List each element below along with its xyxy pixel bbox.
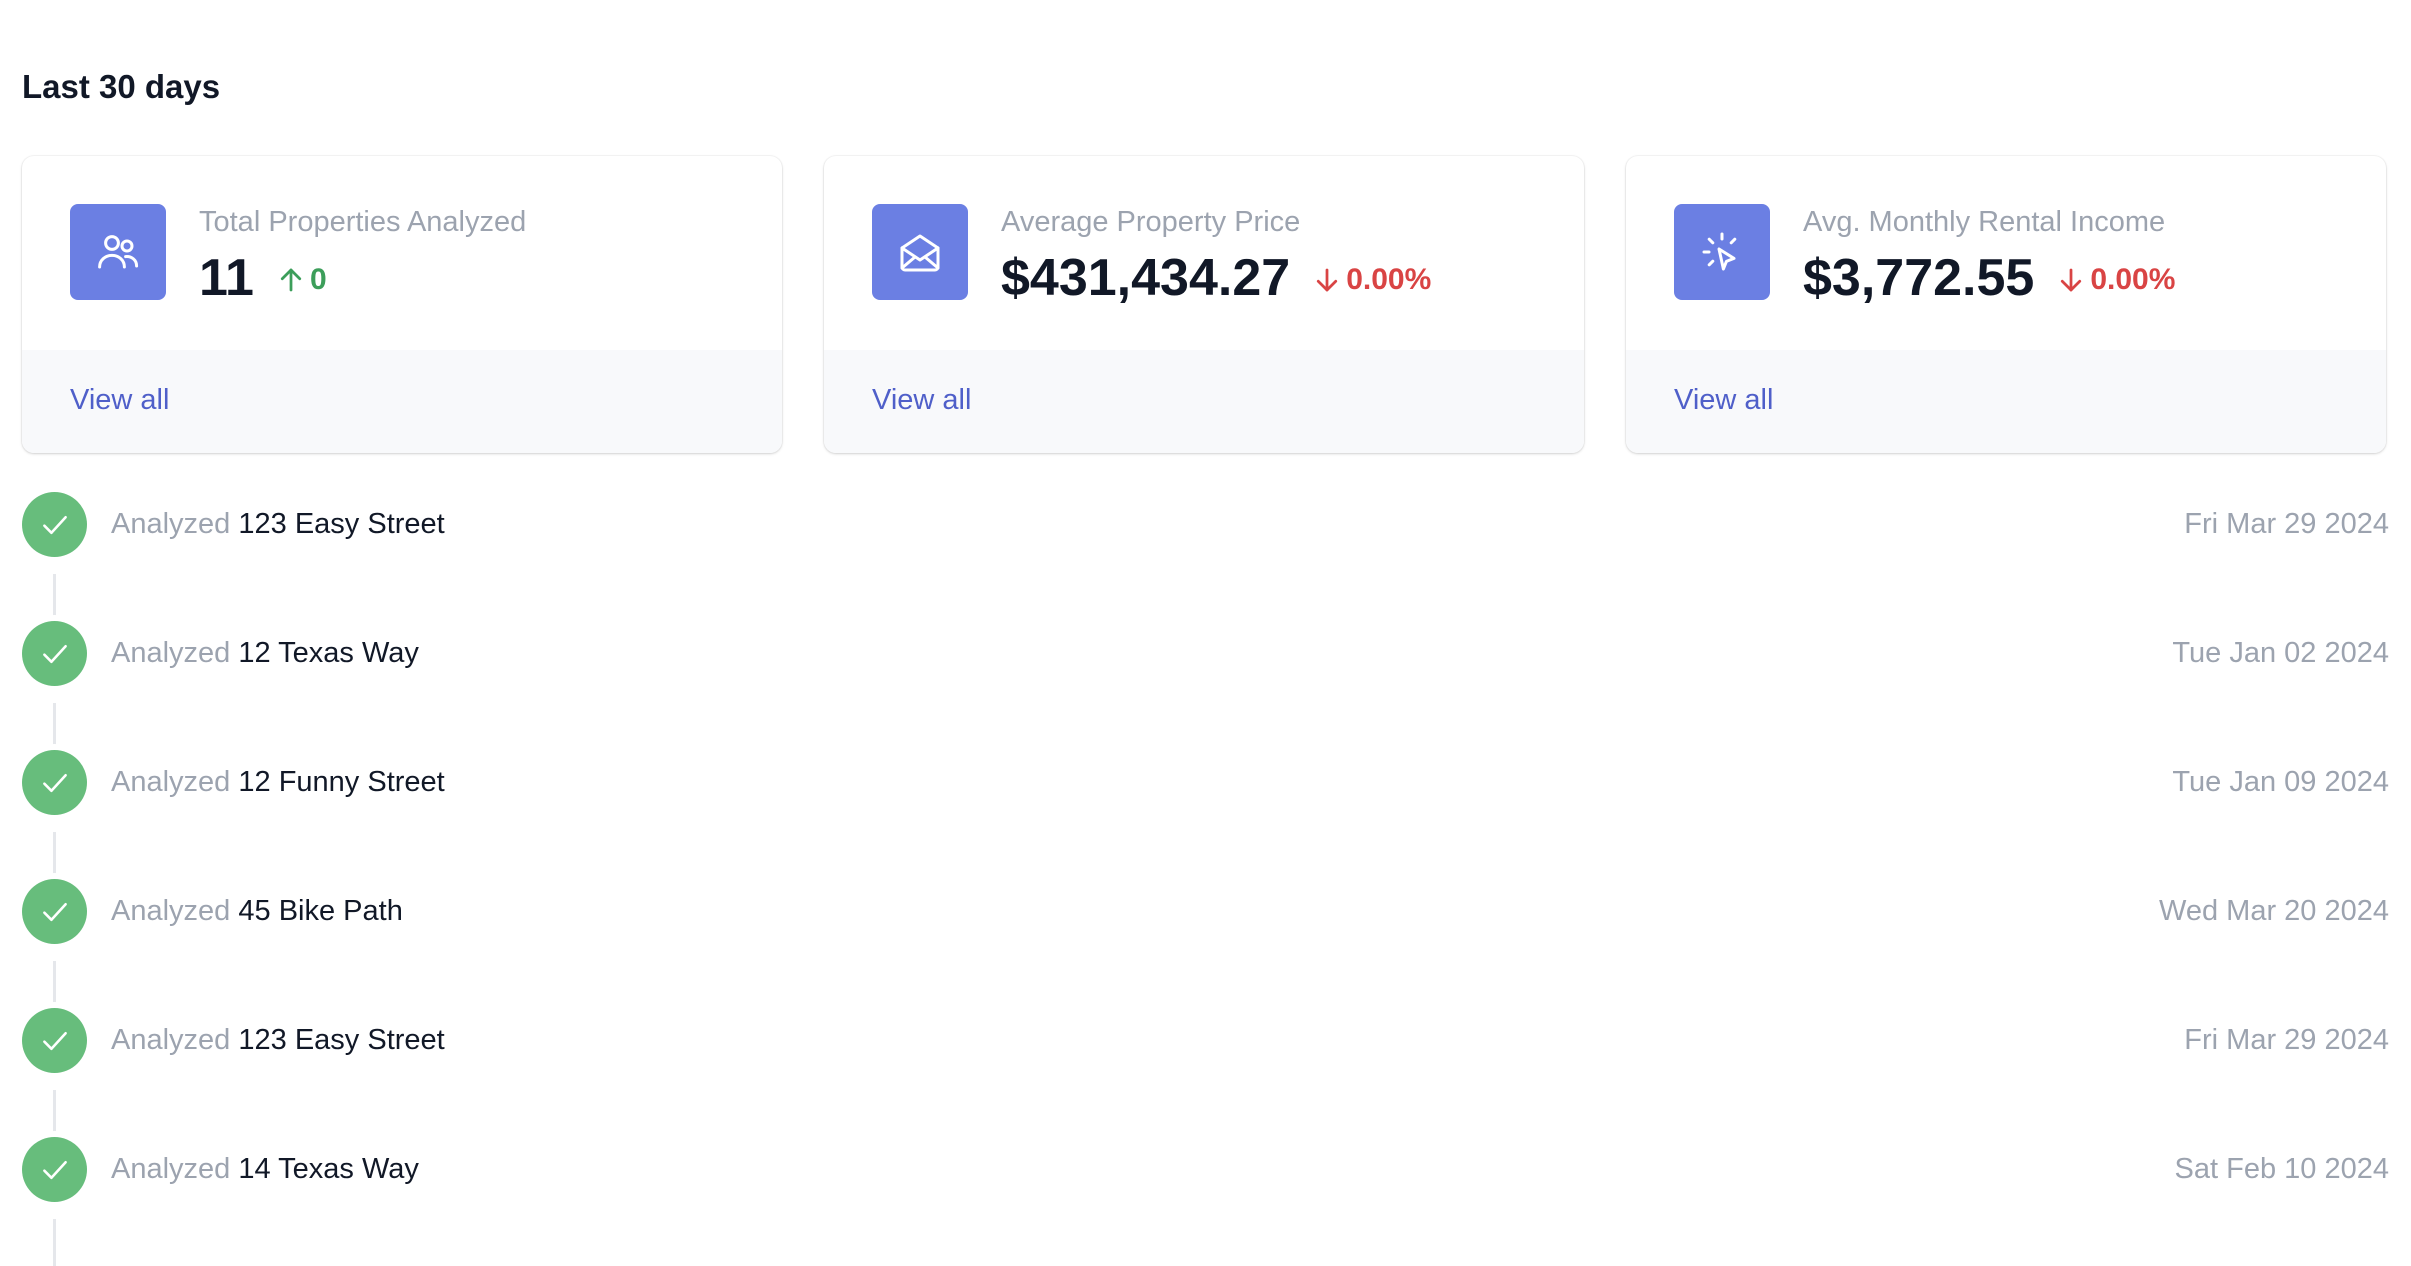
feed-address: 12 Texas Way (238, 637, 419, 669)
feed-address: 45 Bike Path (238, 895, 403, 927)
check-icon (22, 750, 87, 815)
arrow-down-icon (1317, 268, 1338, 292)
stat-change-value: 0.00% (1346, 263, 1432, 296)
view-all-link[interactable]: View all (70, 384, 169, 417)
feed-address: 123 Easy Street (238, 508, 445, 540)
feed-verb: Analyzed (111, 637, 231, 669)
check-icon (22, 621, 87, 686)
feed-date: Fri Mar 29 2024 (2184, 1024, 2389, 1056)
feed-date: Tue Jan 09 2024 (2172, 766, 2389, 798)
list-item: Analyzed 123 Easy Street Fri Mar 29 2024 (22, 1008, 2389, 1137)
cursor-click-icon (1674, 204, 1770, 300)
timeline-connector (53, 832, 56, 879)
section-title: Last 30 days (22, 68, 221, 105)
feed-verb: Analyzed (111, 895, 231, 927)
timeline-connector (53, 574, 56, 621)
view-all-link[interactable]: View all (1674, 384, 1773, 417)
feed-verb: Analyzed (111, 1024, 231, 1056)
stat-card-rental-income: Avg. Monthly Rental Income $3,772.55 0.0… (1626, 156, 2386, 453)
timeline-connector (53, 961, 56, 1008)
feed-text: Analyzed 14 Texas Way (111, 1153, 419, 1186)
feed-address: 12 Funny Street (238, 766, 445, 798)
stat-value: $3,772.55 (1803, 249, 2035, 307)
feed-text: Analyzed 123 Easy Street (111, 508, 445, 541)
feed-date: Sat Feb 10 2024 (2174, 1153, 2389, 1185)
feed-date: Tue Jan 02 2024 (2172, 637, 2389, 669)
check-icon (22, 1137, 87, 1202)
feed-address: 123 Easy Street (238, 1024, 445, 1056)
list-item: Analyzed 12 Funny Street Tue Jan 09 2024 (22, 750, 2389, 879)
check-icon (22, 492, 87, 557)
timeline-connector (53, 1219, 56, 1266)
card-footer: View all (22, 350, 782, 453)
timeline-connector (53, 1090, 56, 1137)
feed-text: Analyzed 123 Easy Street (111, 1024, 445, 1057)
feed-date: Fri Mar 29 2024 (2184, 508, 2389, 540)
feed-verb: Analyzed (111, 508, 231, 540)
feed-date: Wed Mar 20 2024 (2159, 895, 2389, 927)
stat-change-value: 0.00% (2090, 263, 2176, 296)
stat-card-total-properties: Total Properties Analyzed 11 0 View all (22, 156, 782, 453)
list-item: Analyzed 12 Texas Way Tue Jan 02 2024 (22, 621, 2389, 750)
stat-change-value: 0 (309, 263, 327, 296)
feed-text: Analyzed 12 Funny Street (111, 766, 445, 799)
activity-feed: Analyzed 123 Easy Street Fri Mar 29 2024… (22, 492, 2389, 1266)
arrow-up-icon (280, 268, 302, 292)
check-icon (22, 879, 87, 944)
list-item: Analyzed 45 Bike Path Wed Mar 20 2024 (22, 879, 2389, 1008)
dashboard-page: Last 30 days Total Properties Analyzed 1… (0, 0, 2411, 1266)
card-footer: View all (1626, 350, 2386, 453)
stats-cards: Total Properties Analyzed 11 0 View all (22, 156, 2389, 453)
stat-value-row: $431,434.27 0.00% (1001, 248, 1431, 308)
stat-change: 0.00% (2056, 263, 2175, 297)
stat-value: 11 (199, 249, 254, 307)
stat-label: Avg. Monthly Rental Income (1803, 206, 2166, 238)
list-item: Analyzed 123 Easy Street Fri Mar 29 2024 (22, 492, 2389, 621)
feed-address: 14 Texas Way (238, 1153, 419, 1185)
stat-change: 0.00% (1312, 263, 1431, 297)
stat-value-row: $3,772.55 0.00% (1803, 248, 2175, 308)
feed-text: Analyzed 12 Texas Way (111, 637, 419, 670)
stat-value: $431,434.27 (1001, 249, 1291, 307)
feed-text: Analyzed 45 Bike Path (111, 895, 403, 928)
stat-change: 0 (276, 263, 327, 297)
view-all-link[interactable]: View all (872, 384, 971, 417)
timeline-connector (53, 703, 56, 750)
check-icon (22, 1008, 87, 1073)
users-icon (70, 204, 166, 300)
envelope-open-icon (872, 204, 968, 300)
card-footer: View all (824, 350, 1584, 453)
arrow-down-icon (2061, 268, 2082, 292)
feed-verb: Analyzed (111, 1153, 231, 1185)
list-item: Analyzed 14 Texas Way Sat Feb 10 2024 (22, 1137, 2389, 1266)
feed-verb: Analyzed (111, 766, 231, 798)
stat-label: Total Properties Analyzed (199, 206, 527, 238)
stat-value-row: 11 0 (199, 248, 327, 308)
stat-card-average-price: Average Property Price $431,434.27 0.00%… (824, 156, 1584, 453)
stat-label: Average Property Price (1001, 206, 1301, 238)
